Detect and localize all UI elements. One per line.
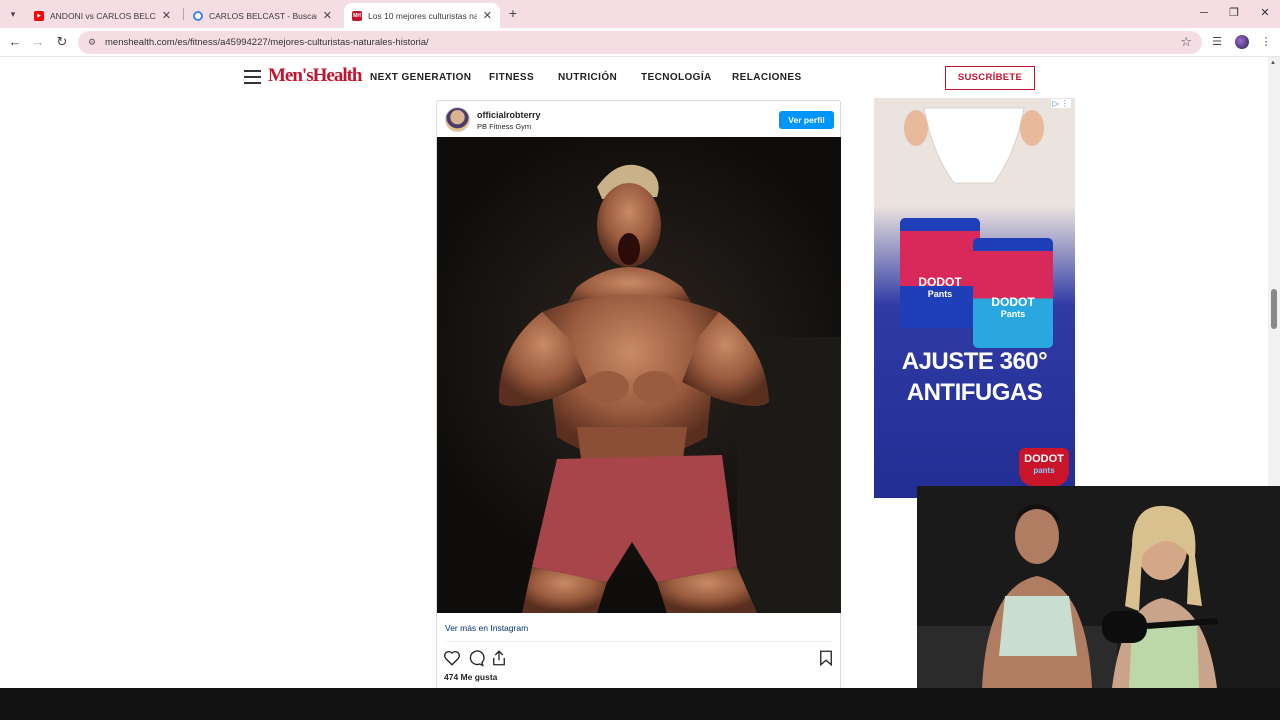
ad-headline: AJUSTE 360° ANTIFUGAS (874, 346, 1075, 408)
url-text[interactable]: menshealth.com/es/fitness/a45994227/mejo… (105, 37, 429, 48)
bodybuilder-photo (498, 164, 841, 613)
youtube-icon: ▶ (34, 10, 44, 21)
webcam-overlay (917, 486, 1280, 688)
nav-fitness[interactable]: FITNESS (489, 72, 534, 83)
view-profile-button[interactable]: Ver perfil (779, 111, 834, 129)
tab-title: ANDONI vs CARLOS BELCAST | (50, 10, 156, 21)
back-arrow-icon[interactable]: ← (6, 33, 24, 51)
tab-google-search[interactable]: CARLOS BELCAST - Buscar con ✕ (185, 3, 340, 28)
scrollbar-thumb[interactable] (1271, 289, 1277, 329)
pack-brand: DODOT (918, 275, 962, 289)
nav-tecnologia[interactable]: TECNOLOGÍA (641, 72, 712, 83)
comment-icon[interactable] (467, 649, 485, 667)
divider (445, 641, 833, 642)
close-tab-icon[interactable]: ✕ (323, 9, 332, 22)
nav-relaciones[interactable]: RELACIONES (732, 72, 802, 83)
address-bar[interactable]: ⚙ menshealth.com/es/fitness/a45994227/me… (78, 31, 1202, 54)
tab-menshealth[interactable]: MH Los 10 mejores culturistas natu ✕ (344, 3, 500, 28)
hamburger-menu-icon[interactable] (244, 70, 261, 84)
dodot-logo: DODOT pants (1019, 448, 1069, 486)
ad-headline-line-1: AJUSTE 360° (901, 348, 1048, 375)
close-window-icon[interactable]: ✕ (1257, 5, 1273, 21)
profile-avatar[interactable] (1235, 35, 1249, 49)
instagram-embed: officialrobterry PB Fitness Gym Ver perf… (436, 100, 841, 688)
dodot-pack-right: DODOT Pants (973, 238, 1053, 348)
browser-toolbar: ← → ↻ ⚙ menshealth.com/es/fitness/a45994… (0, 28, 1280, 57)
share-icon[interactable] (490, 649, 508, 667)
site-header: Men'sHealth NEXT GENERATION FITNESS NUTR… (0, 57, 1268, 99)
heart-icon[interactable] (443, 649, 461, 667)
tab-strip: ▾ ▶ ANDONI vs CARLOS BELCAST | ✕ CARLOS … (0, 0, 1280, 28)
instagram-avatar[interactable] (445, 107, 470, 132)
google-icon (193, 10, 203, 21)
close-tab-icon[interactable]: ✕ (483, 9, 492, 22)
kebab-menu-icon[interactable]: ⋮ (1257, 33, 1275, 51)
tab-divider (183, 8, 184, 20)
pack-product: Pants (1000, 309, 1026, 319)
bookmark-icon[interactable] (817, 649, 835, 667)
pack-product: Pants (927, 289, 953, 299)
nav-next-generation[interactable]: NEXT GENERATION (370, 72, 471, 83)
instagram-username[interactable]: officialrobterry (477, 110, 541, 120)
instagram-location[interactable]: PB Fitness Gym (477, 122, 531, 131)
dodot-pack-left: DODOT Pants (900, 218, 980, 328)
scroll-up-icon[interactable]: ▲ (1270, 60, 1276, 66)
likes-count[interactable]: 474 Me gusta (444, 672, 497, 682)
tab-youtube[interactable]: ▶ ANDONI vs CARLOS BELCAST | ✕ (26, 3, 179, 28)
instagram-post-photo[interactable] (437, 137, 841, 613)
diaper-illustration (904, 107, 1044, 184)
tab-title: CARLOS BELCAST - Buscar con (209, 10, 317, 21)
close-tab-icon[interactable]: ✕ (162, 9, 171, 22)
taskbar-strip (0, 688, 1280, 720)
pack-brand: DODOT (991, 295, 1035, 309)
subscribe-button[interactable]: SUSCRÍBETE (945, 66, 1035, 90)
streamers-video (917, 486, 1280, 688)
site-info-icon[interactable]: ⚙ (86, 36, 98, 48)
forward-arrow-icon[interactable]: → (29, 33, 47, 51)
menshealth-logo[interactable]: Men'sHealth (268, 65, 362, 87)
nav-nutricion[interactable]: NUTRICIÓN (558, 72, 617, 83)
tab-search-chevron-icon[interactable]: ▾ (4, 5, 22, 23)
view-more-instagram-link[interactable]: Ver más en Instagram (445, 623, 528, 633)
dodot-advertisement[interactable]: ▷ ⋮ DODOT Pants DODOT Pants AJUSTE 360° AN… (874, 98, 1075, 498)
ad-brand: DODOT (1024, 453, 1064, 465)
minimize-icon[interactable]: ─ (1196, 5, 1212, 21)
menshealth-icon: MH (352, 10, 362, 21)
tab-title: Los 10 mejores culturistas natu (368, 10, 477, 21)
media-controls-icon[interactable]: ☰ (1208, 33, 1226, 51)
new-tab-button[interactable]: + (505, 6, 521, 22)
reload-icon[interactable]: ↻ (53, 33, 71, 51)
bookmark-star-icon[interactable]: ☆ (1180, 34, 1192, 50)
ad-product: pants (1033, 466, 1055, 475)
ad-headline-line-2: ANTIFUGAS (906, 379, 1043, 406)
restore-icon[interactable]: ❐ (1226, 5, 1242, 21)
ad-choices-icon[interactable]: ▷ ⋮ (1050, 99, 1071, 108)
